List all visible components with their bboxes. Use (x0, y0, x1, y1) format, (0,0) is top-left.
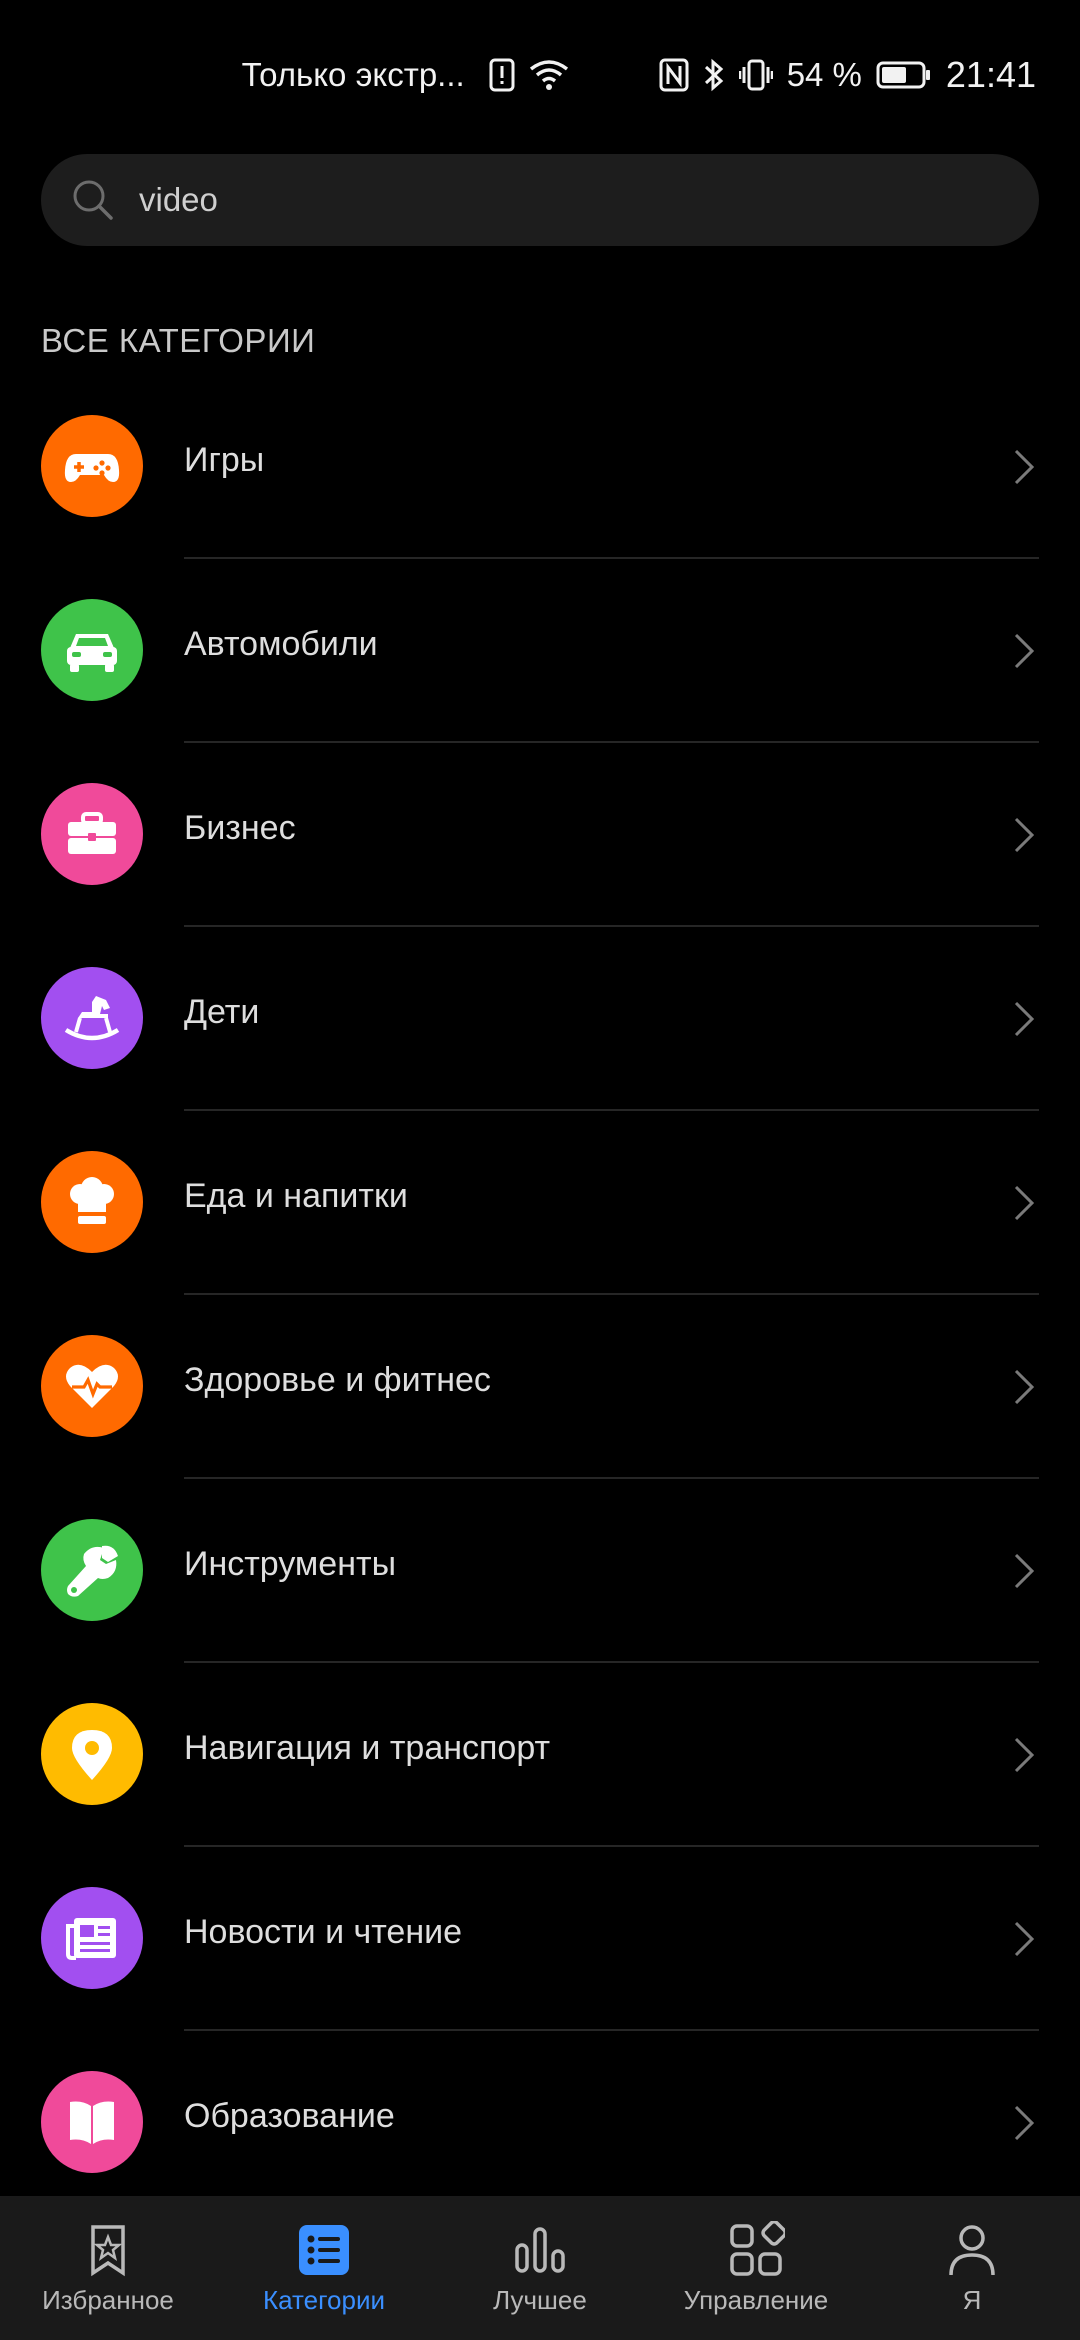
location-pin-icon (41, 1703, 143, 1805)
carrier-text: Только экстр... (241, 56, 465, 93)
category-item-kids[interactable]: Дети (0, 927, 1080, 1111)
vibrate-icon (738, 58, 773, 92)
nav-label: Категории (263, 2284, 385, 2315)
wrench-icon (41, 1519, 143, 1621)
battery-text: 54 % (786, 56, 862, 93)
section-title: ВСЕ КАТЕГОРИИ (41, 322, 316, 359)
nav-categories[interactable]: Категории (216, 2196, 432, 2340)
category-label: Навигация и транспорт (184, 1729, 551, 1767)
wifi-icon (529, 59, 569, 91)
newspaper-icon (41, 1887, 143, 1989)
person-icon (949, 2224, 995, 2275)
category-label: Игры (184, 441, 265, 479)
category-label: Здоровье и фитнес (184, 1361, 491, 1399)
category-item-navigation[interactable]: Навигация и транспорт (0, 1663, 1080, 1847)
sim-alert-icon (489, 58, 515, 92)
chevron-right-icon (1014, 1369, 1035, 1405)
bottom-navigation: Избранное Категории Лучшее Управление Я (0, 2196, 1080, 2340)
app-screen: Только экстр... 54 % 21:41 ВСЕ КАТЕГОРИИ (0, 0, 1080, 2340)
category-list: Игры Автомобили Бизнес Дети Еда и напитк… (0, 375, 1080, 2215)
search-input[interactable] (139, 181, 999, 219)
nfc-icon (659, 58, 689, 92)
nav-label: Я (962, 2284, 982, 2315)
clock: 21:41 (945, 54, 1036, 95)
category-item-education[interactable]: Образование (0, 2031, 1080, 2215)
categories-icon (299, 2224, 349, 2275)
battery-icon (876, 60, 932, 90)
nav-me[interactable]: Я (864, 2196, 1080, 2340)
chevron-right-icon (1014, 2105, 1035, 2141)
nav-label: Избранное (42, 2284, 174, 2315)
nav-label: Лучшее (493, 2284, 587, 2315)
chef-hat-icon (41, 1151, 143, 1253)
category-item-games[interactable]: Игры (0, 375, 1080, 559)
gamepad-icon (41, 415, 143, 517)
briefcase-icon (41, 783, 143, 885)
chevron-right-icon (1014, 817, 1035, 853)
category-item-cars[interactable]: Автомобили (0, 559, 1080, 743)
rocking-horse-icon (41, 967, 143, 1069)
star-bookmark-icon (91, 2224, 125, 2276)
apps-grid-icon (730, 2220, 785, 2276)
category-label: Инструменты (184, 1545, 397, 1583)
chevron-right-icon (1014, 1737, 1035, 1773)
category-label: Еда и напитки (184, 1177, 408, 1215)
category-label: Дети (184, 993, 260, 1031)
nav-top[interactable]: Лучшее (432, 2196, 648, 2340)
category-item-tools[interactable]: Инструменты (0, 1479, 1080, 1663)
nav-label: Управление (683, 2284, 829, 2315)
category-label: Новости и чтение (184, 1913, 462, 1951)
status-bar: Только экстр... 54 % 21:41 (0, 0, 1080, 150)
book-icon (41, 2071, 143, 2173)
search-icon (73, 180, 113, 220)
chevron-right-icon (1014, 633, 1035, 669)
heart-pulse-icon (41, 1335, 143, 1437)
chevron-right-icon (1014, 1185, 1035, 1221)
category-label: Бизнес (184, 809, 296, 847)
car-icon (41, 599, 143, 701)
nav-favorites[interactable]: Избранное (0, 2196, 216, 2340)
category-label: Образование (184, 2097, 395, 2135)
search-bar[interactable] (41, 154, 1039, 246)
chevron-right-icon (1014, 1553, 1035, 1589)
chevron-right-icon (1014, 449, 1035, 485)
chevron-right-icon (1014, 1921, 1035, 1957)
chevron-right-icon (1014, 1001, 1035, 1037)
bluetooth-icon (703, 57, 725, 93)
category-label: Автомобили (184, 625, 378, 663)
category-item-food-drink[interactable]: Еда и напитки (0, 1111, 1080, 1295)
bar-chart-icon (515, 2226, 565, 2273)
nav-manage[interactable]: Управление (648, 2196, 864, 2340)
category-item-news-reading[interactable]: Новости и чтение (0, 1847, 1080, 2031)
category-item-health-fitness[interactable]: Здоровье и фитнес (0, 1295, 1080, 1479)
category-item-business[interactable]: Бизнес (0, 743, 1080, 927)
